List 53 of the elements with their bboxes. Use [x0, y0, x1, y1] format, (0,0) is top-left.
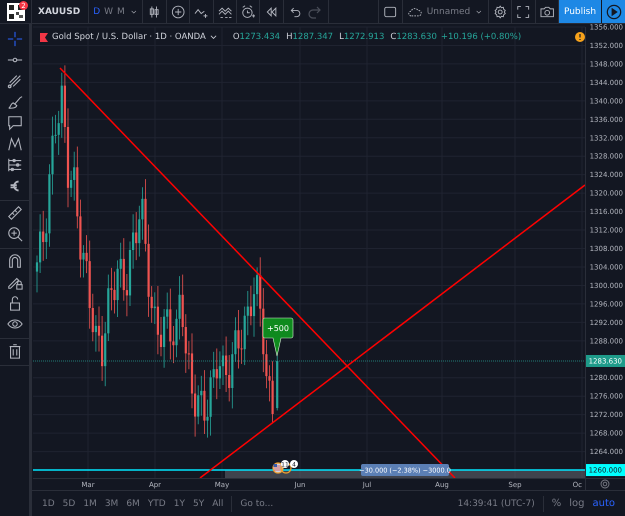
flag-icon	[40, 32, 48, 42]
trash-icon[interactable]	[6, 343, 22, 359]
interval-option[interactable]: W	[104, 6, 114, 16]
range-button[interactable]: 5D	[62, 498, 76, 508]
add-icon[interactable]	[170, 4, 186, 18]
ohlc-value: H1287.347	[286, 32, 334, 42]
speech-bubble-icon[interactable]	[6, 115, 22, 131]
fullscreen-icon[interactable]	[516, 4, 531, 18]
trend-line[interactable]	[59, 67, 456, 478]
ohlc-value: C1283.630	[390, 32, 437, 42]
clock[interactable]: 14:39:41 (UTC-7)	[458, 498, 535, 508]
crosshair-icon[interactable]	[6, 31, 22, 47]
zoom-in-icon[interactable]	[6, 226, 22, 242]
templates-icon[interactable]	[218, 4, 232, 18]
scale-option[interactable]: auto	[592, 498, 615, 509]
price-change: +10.196 (+0.80%)	[440, 32, 522, 42]
range-button[interactable]: 3M	[104, 498, 118, 508]
scale-option[interactable]: log	[569, 498, 584, 509]
callout-label: +500	[267, 324, 289, 333]
callout-background[interactable]	[262, 318, 294, 356]
interval-option[interactable]: D	[93, 6, 100, 16]
camera-icon[interactable]	[540, 4, 554, 18]
interval-option[interactable]: M	[117, 6, 125, 16]
layout-icon[interactable]	[383, 4, 398, 18]
caret-icon[interactable]	[210, 34, 217, 40]
pitchfork-icon[interactable]	[6, 73, 22, 89]
ruler-icon[interactable]	[6, 205, 22, 221]
symbol-title[interactable]: Gold Spot / U.S. Dollar · 1D · OANDA	[52, 32, 206, 42]
range-button[interactable]: 5Y	[192, 498, 204, 508]
range-button[interactable]: 1M	[83, 498, 97, 508]
forecast-icon[interactable]	[6, 157, 22, 173]
magnet-icon[interactable]	[6, 253, 22, 269]
range-button[interactable]: YTD	[148, 498, 166, 508]
pattern-icon[interactable]	[6, 136, 22, 152]
range-button[interactable]: All	[212, 498, 224, 508]
go-to-button[interactable]: Go to...	[240, 498, 274, 508]
layout-name[interactable]: Unnamed	[426, 6, 470, 16]
ohlc-value: L1272.913	[339, 32, 384, 42]
scale-option[interactable]: %	[552, 498, 562, 509]
brush-icon[interactable]	[6, 94, 22, 110]
alert-icon[interactable]	[240, 4, 256, 18]
replay-icon[interactable]	[264, 4, 279, 18]
range-button[interactable]: 6M	[126, 498, 140, 508]
range-button[interactable]: 1Y	[174, 498, 185, 508]
publish-button[interactable]: Publish	[559, 0, 601, 23]
trend-line[interactable]	[200, 184, 585, 478]
range-button[interactable]: 1D	[42, 498, 55, 508]
play-icon[interactable]	[606, 4, 622, 20]
symbol-search[interactable]: XAUUSD	[32, 0, 90, 23]
ohlc-value: O1273.434	[232, 32, 280, 42]
avatar-icon[interactable]	[6, 2, 24, 20]
warning-icon[interactable]	[575, 32, 585, 42]
event-circle[interactable]	[280, 462, 292, 474]
